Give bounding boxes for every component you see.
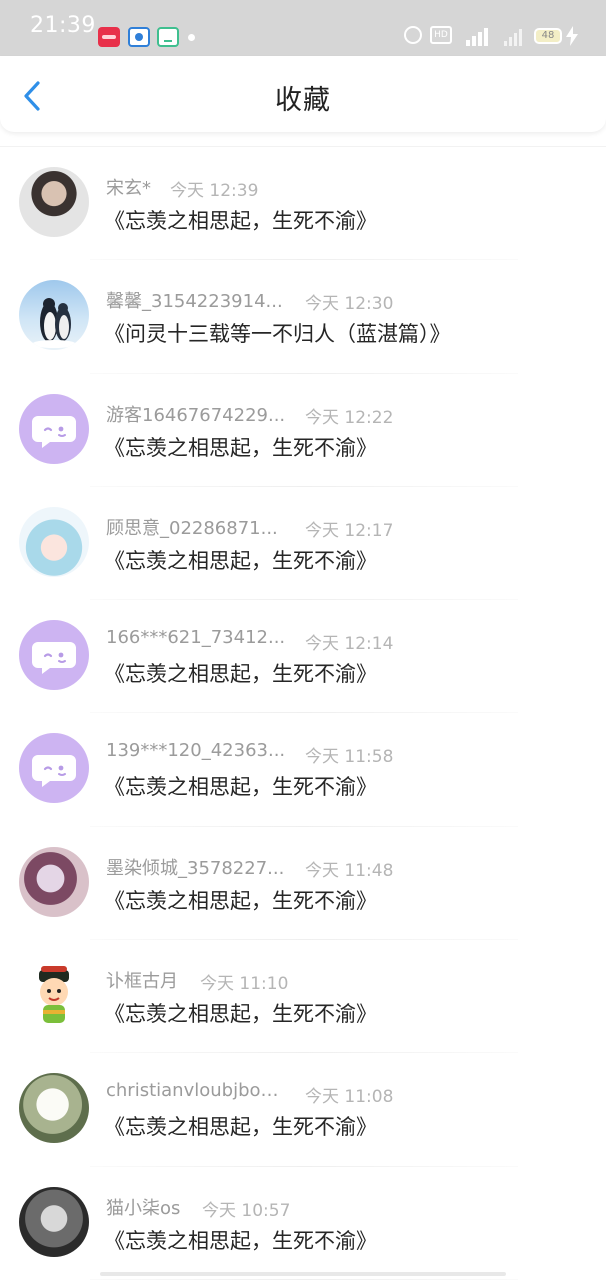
app-notification-icon	[128, 27, 150, 47]
username: christianvloubjboul...	[106, 1080, 286, 1102]
more-notifications-dot	[188, 34, 195, 41]
list-item[interactable]: 墨染倾城_3578227... 今天 11:48 《忘羡之相思起，生死不渝》	[0, 827, 606, 941]
header: 收藏	[0, 56, 606, 132]
timestamp: 今天 11:10	[200, 974, 289, 995]
username: 游客16467674229...	[106, 404, 286, 426]
avatar[interactable]	[19, 733, 89, 804]
avatar[interactable]	[19, 1073, 89, 1144]
timestamp: 今天 11:58	[305, 747, 394, 768]
chat-bubble-icon	[32, 415, 76, 448]
username: 讣框古月	[106, 971, 178, 993]
list-item[interactable]: 馨馨_3154223914... 今天 12:30 《问灵十三载等一不归人（蓝湛篇）…	[0, 260, 606, 374]
avatar[interactable]	[19, 960, 89, 1031]
scroll-indicator	[100, 1272, 506, 1276]
page-title: 收藏	[275, 85, 331, 116]
username: 猫小柒os	[106, 1197, 181, 1219]
avatar[interactable]	[19, 1186, 89, 1257]
timestamp: 今天 11:48	[305, 860, 394, 881]
list-item[interactable]: 猫小柒os 今天 10:57 《忘羡之相思起，生死不渝》	[0, 1167, 606, 1280]
favorites-page: 21:39 HD 48 收藏 宋玄* 今天 12:39 《忘羡之相思起，生死不渝》馨…	[0, 0, 606, 1280]
timestamp: 今天 12:14	[305, 634, 394, 655]
timestamp: 今天 10:57	[202, 1200, 291, 1221]
username: 墨染倾城_3578227...	[106, 857, 285, 879]
app-notification-icon	[157, 27, 179, 47]
list-item[interactable]: 游客16467674229... 今天 12:22 《忘羡之相思起，生死不渝》	[0, 374, 606, 487]
avatar[interactable]	[19, 167, 89, 237]
hd-icon: HD	[430, 26, 452, 44]
favorite-title: 《忘羡之相思起，生死不渝》	[104, 1115, 377, 1140]
favorite-title: 《忘羡之相思起，生死不渝》	[104, 1228, 377, 1253]
username: 馨馨_3154223914...	[106, 291, 283, 313]
username: 139***120_42363...	[106, 740, 286, 762]
avatar[interactable]	[19, 393, 89, 464]
timestamp: 今天 12:22	[305, 407, 394, 428]
favorite-title: 《忘羡之相思起，生死不渝》	[104, 775, 377, 800]
battery-icon: 48	[534, 28, 562, 44]
alarm-icon	[404, 26, 422, 44]
username: 宋玄*	[106, 178, 151, 199]
favorite-title: 《忘羡之相思起，生死不渝》	[104, 209, 377, 233]
avatar[interactable]	[19, 846, 89, 917]
chat-bubble-icon	[32, 755, 76, 788]
signal-icon	[460, 26, 492, 46]
avatar[interactable]	[19, 506, 89, 577]
signal-secondary-icon	[500, 26, 524, 46]
status-bar: 21:39 HD 48	[0, 0, 606, 56]
username: 166***621_73412...	[106, 627, 286, 649]
chat-bubble-icon	[32, 642, 76, 675]
timestamp: 今天 12:17	[305, 520, 394, 541]
list-item[interactable]: 讣框古月 今天 11:10 《忘羡之相思起，生死不渝》	[0, 940, 606, 1054]
favorite-title: 《忘羡之相思起，生死不渝》	[104, 435, 377, 460]
favorites-list: 宋玄* 今天 12:39 《忘羡之相思起，生死不渝》 馨馨_3154223914...…	[0, 147, 606, 1280]
status-time: 21:39	[30, 13, 96, 38]
username: 顾思意_02286871...	[106, 517, 278, 539]
timestamp: 今天 11:08	[305, 1087, 394, 1108]
favorite-title: 《忘羡之相思起，生死不渝》	[104, 888, 377, 913]
timestamp: 今天 12:39	[170, 181, 259, 201]
favorite-title: 《问灵十三载等一不归人（蓝湛篇）》	[104, 322, 451, 347]
list-item[interactable]: 宋玄* 今天 12:39 《忘羡之相思起，生死不渝》	[0, 147, 606, 261]
favorite-title: 《忘羡之相思起，生死不渝》	[104, 1002, 377, 1027]
list-item[interactable]: 顾思意_02286871... 今天 12:17 《忘羡之相思起，生死不渝》	[0, 487, 606, 601]
list-item[interactable]: 166***621_73412... 今天 12:14 《忘羡之相思起，生死不渝》	[0, 600, 606, 714]
list-item[interactable]: 139***120_42363... 今天 11:58 《忘羡之相思起，生死不渝》	[0, 713, 606, 827]
avatar[interactable]	[19, 620, 89, 691]
charging-icon	[566, 26, 578, 46]
favorite-title: 《忘羡之相思起，生死不渝》	[104, 548, 377, 573]
app-notification-icon	[98, 27, 120, 47]
timestamp: 今天 12:30	[305, 294, 394, 315]
favorite-title: 《忘羡之相思起，生死不渝》	[104, 662, 377, 687]
list-item[interactable]: christianvloubjboul... 今天 11:08 《忘羡之相思起，生死…	[0, 1053, 606, 1167]
avatar[interactable]	[19, 280, 89, 351]
